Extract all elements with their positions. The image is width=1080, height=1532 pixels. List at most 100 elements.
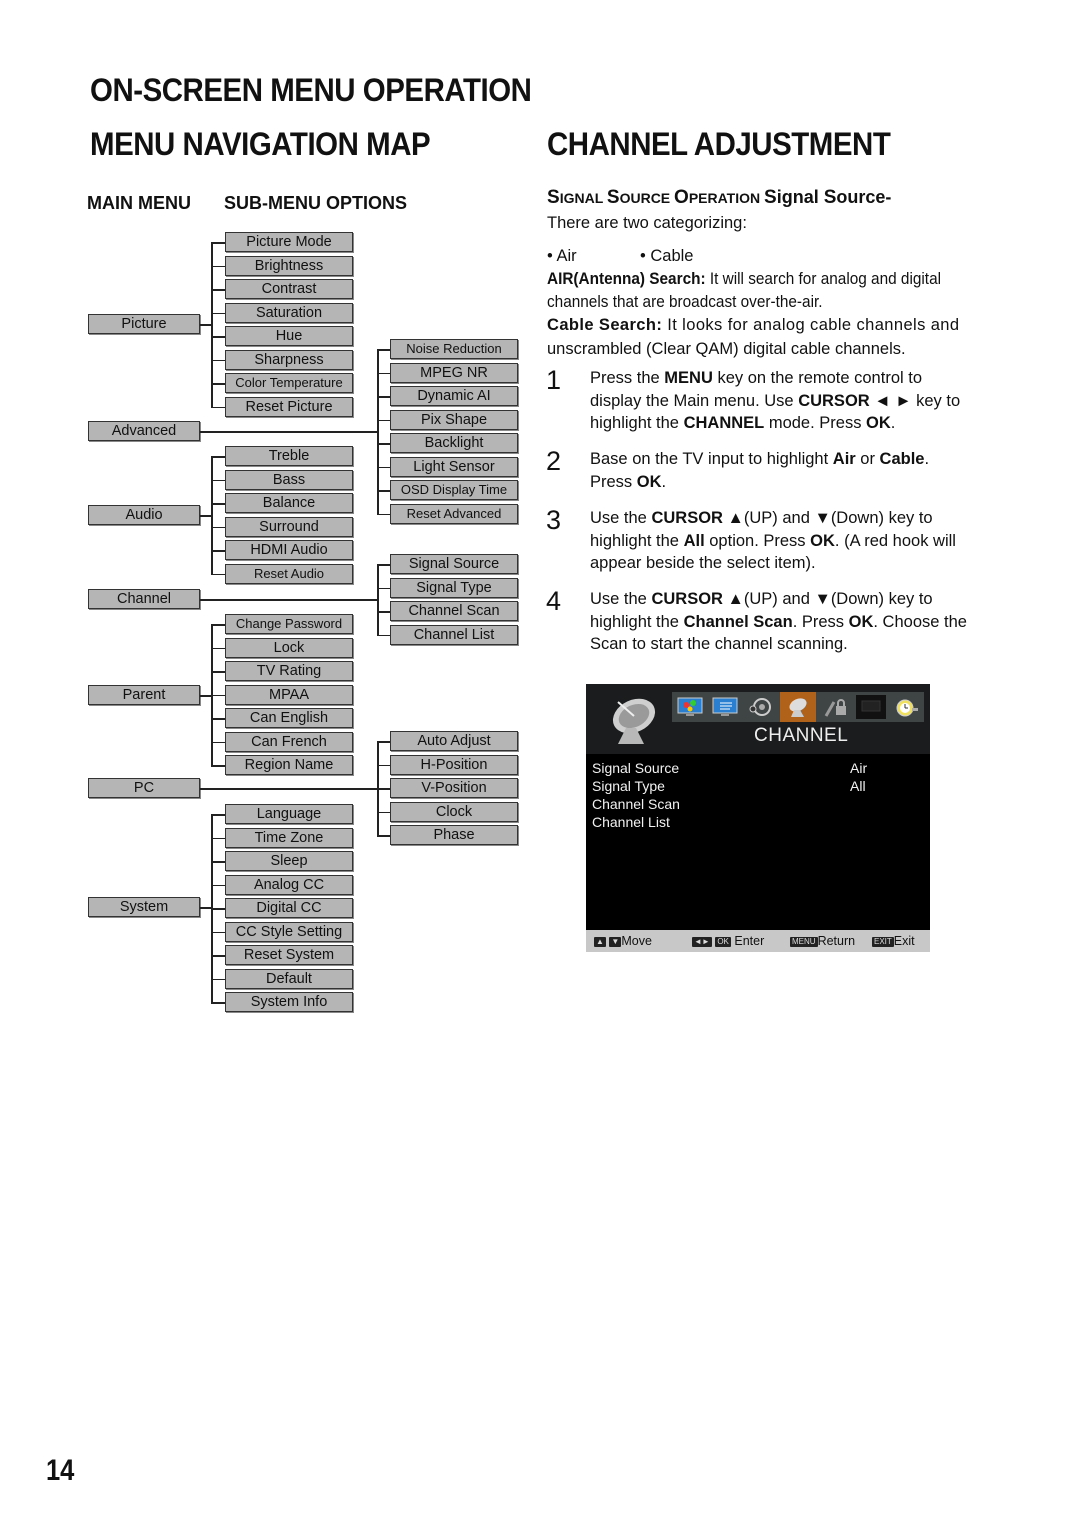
submenu-item-system-info[interactable]: System Info: [225, 992, 353, 1012]
branch-tick: [211, 456, 225, 458]
step-number: 3: [546, 505, 562, 535]
branch-tick: [377, 443, 390, 445]
main-menu-column-header: MAIN MENU: [87, 193, 191, 213]
submenu-item-picture-mode[interactable]: Picture Mode: [225, 232, 353, 252]
submenu-item-digital-cc[interactable]: Digital CC: [225, 898, 353, 918]
branch-tick: [211, 336, 225, 338]
pc-icon[interactable]: [856, 695, 887, 719]
step-number: 1: [546, 365, 562, 395]
branch-tick: [377, 396, 390, 398]
submenu-item-reset-system[interactable]: Reset System: [225, 945, 353, 965]
satellite-dish-icon: [612, 698, 656, 744]
submenu-item-tv-rating[interactable]: TV Rating: [225, 661, 353, 681]
branch-tick: [211, 837, 225, 839]
picture-icon[interactable]: [675, 695, 705, 719]
submenu-item-sleep[interactable]: Sleep: [225, 851, 353, 871]
submenu-item-channel-scan[interactable]: Channel Scan: [390, 601, 518, 621]
branch-tick: [377, 634, 390, 636]
submenu-item-bass[interactable]: Bass: [225, 469, 353, 490]
down-arrow-icon: ▼: [609, 936, 622, 947]
submenu-item-color-temperature[interactable]: Color Temperature: [225, 373, 353, 393]
cable-search-line-1: Cable Search: It looks for analog cable …: [547, 314, 959, 337]
step-keyword: CHANNEL: [683, 414, 765, 432]
submenu-item-change-password[interactable]: Change Password: [225, 614, 353, 634]
branch-tick: [377, 611, 390, 613]
submenu-item-osd-display-time[interactable]: OSD Display Time: [390, 480, 518, 500]
submenu-item-saturation[interactable]: Saturation: [225, 302, 353, 323]
submenu-item-contrast[interactable]: Contrast: [225, 279, 353, 299]
submenu-item-lock[interactable]: Lock: [225, 637, 353, 658]
submenu-item-channel-list[interactable]: Channel List: [390, 624, 518, 645]
submenu-item-language[interactable]: Language: [225, 804, 353, 824]
step-text-part: .: [661, 472, 667, 491]
osd-channel-menu: CHANNEL Signal Source Air Signal Type Al…: [586, 684, 930, 952]
submenu-item-noise-reduction[interactable]: Noise Reduction: [390, 339, 518, 359]
submenu-item-dynamic-ai[interactable]: Dynamic AI: [390, 386, 518, 406]
branch-tick: [211, 741, 225, 743]
main-menu-picture[interactable]: Picture: [88, 314, 200, 334]
osd-row-channel-scan[interactable]: Channel Scan: [592, 796, 680, 812]
submenu-item-reset-audio[interactable]: Reset Audio: [225, 563, 353, 584]
submenu-item-reset-advanced[interactable]: Reset Advanced: [390, 503, 518, 524]
main-menu-audio[interactable]: Audio: [88, 505, 200, 525]
submenu-item-sharpness[interactable]: Sharpness: [225, 349, 353, 370]
branch-tick: [211, 861, 225, 863]
connector-line: [200, 695, 211, 697]
osd-row-signal-type[interactable]: Signal Type: [592, 778, 665, 794]
branch-tick: [377, 419, 390, 421]
parent-lock-icon[interactable]: [821, 695, 851, 719]
return-label: Return: [817, 934, 856, 948]
submenu-item-h-position[interactable]: H-Position: [390, 754, 518, 775]
submenu-item-cc-style-setting[interactable]: CC Style Setting: [225, 921, 353, 942]
submenu-item-backlight[interactable]: Backlight: [390, 433, 518, 453]
submenu-item-phase[interactable]: Phase: [390, 825, 518, 845]
submenu-item-default[interactable]: Default: [225, 968, 353, 989]
system-clock-icon[interactable]: [891, 695, 921, 719]
connector-line: [200, 324, 211, 326]
submenu-item-signal-type[interactable]: Signal Type: [390, 577, 518, 598]
submenu-item-can-french[interactable]: Can French: [225, 731, 353, 752]
main-menu-channel[interactable]: Channel: [88, 589, 200, 609]
main-menu-system[interactable]: System: [88, 897, 200, 917]
submenu-item-can-english[interactable]: Can English: [225, 708, 353, 728]
submenu-item-time-zone[interactable]: Time Zone: [225, 827, 353, 848]
main-menu-pc[interactable]: PC: [88, 778, 200, 798]
submenu-item-reset-picture[interactable]: Reset Picture: [225, 396, 353, 417]
submenu-item-clock[interactable]: Clock: [390, 801, 518, 822]
submenu-item-surround[interactable]: Surround: [225, 516, 353, 537]
submenu-item-treble[interactable]: Treble: [225, 446, 353, 466]
submenu-item-mpaa[interactable]: MPAA: [225, 684, 353, 705]
osd-row-signal-source[interactable]: Signal Source: [592, 760, 679, 776]
submenu-item-mpeg-nr[interactable]: MPEG NR: [390, 362, 518, 383]
submenu-item-analog-cc[interactable]: Analog CC: [225, 874, 353, 895]
step-keyword: OK: [810, 531, 835, 550]
step-keyword: CURSOR ▲: [651, 590, 744, 608]
submenu-item-hdmi-audio[interactable]: HDMI Audio: [225, 540, 353, 560]
branch-tick: [211, 908, 225, 910]
channel-icon[interactable]: [779, 692, 816, 722]
submenu-item-pix-shape[interactable]: Pix Shape: [390, 409, 518, 430]
osd-row-channel-list[interactable]: Channel List: [592, 814, 670, 830]
submenu-item-region-name[interactable]: Region Name: [225, 755, 353, 775]
branch-tick: [211, 383, 225, 385]
audio-icon[interactable]: [745, 695, 775, 719]
submenu-item-auto-adjust[interactable]: Auto Adjust: [390, 731, 518, 751]
main-menu-parent[interactable]: Parent: [88, 685, 200, 705]
advanced-icon[interactable]: [710, 695, 740, 719]
submenu-item-brightness[interactable]: Brightness: [225, 255, 353, 276]
submenu-item-balance[interactable]: Balance: [225, 493, 353, 513]
connector-line: [200, 788, 377, 790]
branch-tick: [377, 764, 390, 766]
submenu-item-light-sensor[interactable]: Light Sensor: [390, 456, 518, 477]
branch-tick: [211, 406, 225, 408]
submenu-item-signal-source[interactable]: Signal Source: [390, 554, 518, 574]
connector-line: [200, 431, 377, 433]
submenu-item-v-position[interactable]: V-Position: [390, 778, 518, 798]
branch-tick: [211, 624, 225, 626]
osd-footer-exit: EXIT Exit: [872, 934, 915, 948]
step-number: 4: [546, 586, 562, 616]
step-text: Base on the TV input to highlight Air or…: [590, 448, 975, 493]
main-menu-advanced[interactable]: Advanced: [88, 421, 200, 441]
step-text-part: option. Press: [704, 531, 811, 550]
submenu-item-hue[interactable]: Hue: [225, 326, 353, 346]
